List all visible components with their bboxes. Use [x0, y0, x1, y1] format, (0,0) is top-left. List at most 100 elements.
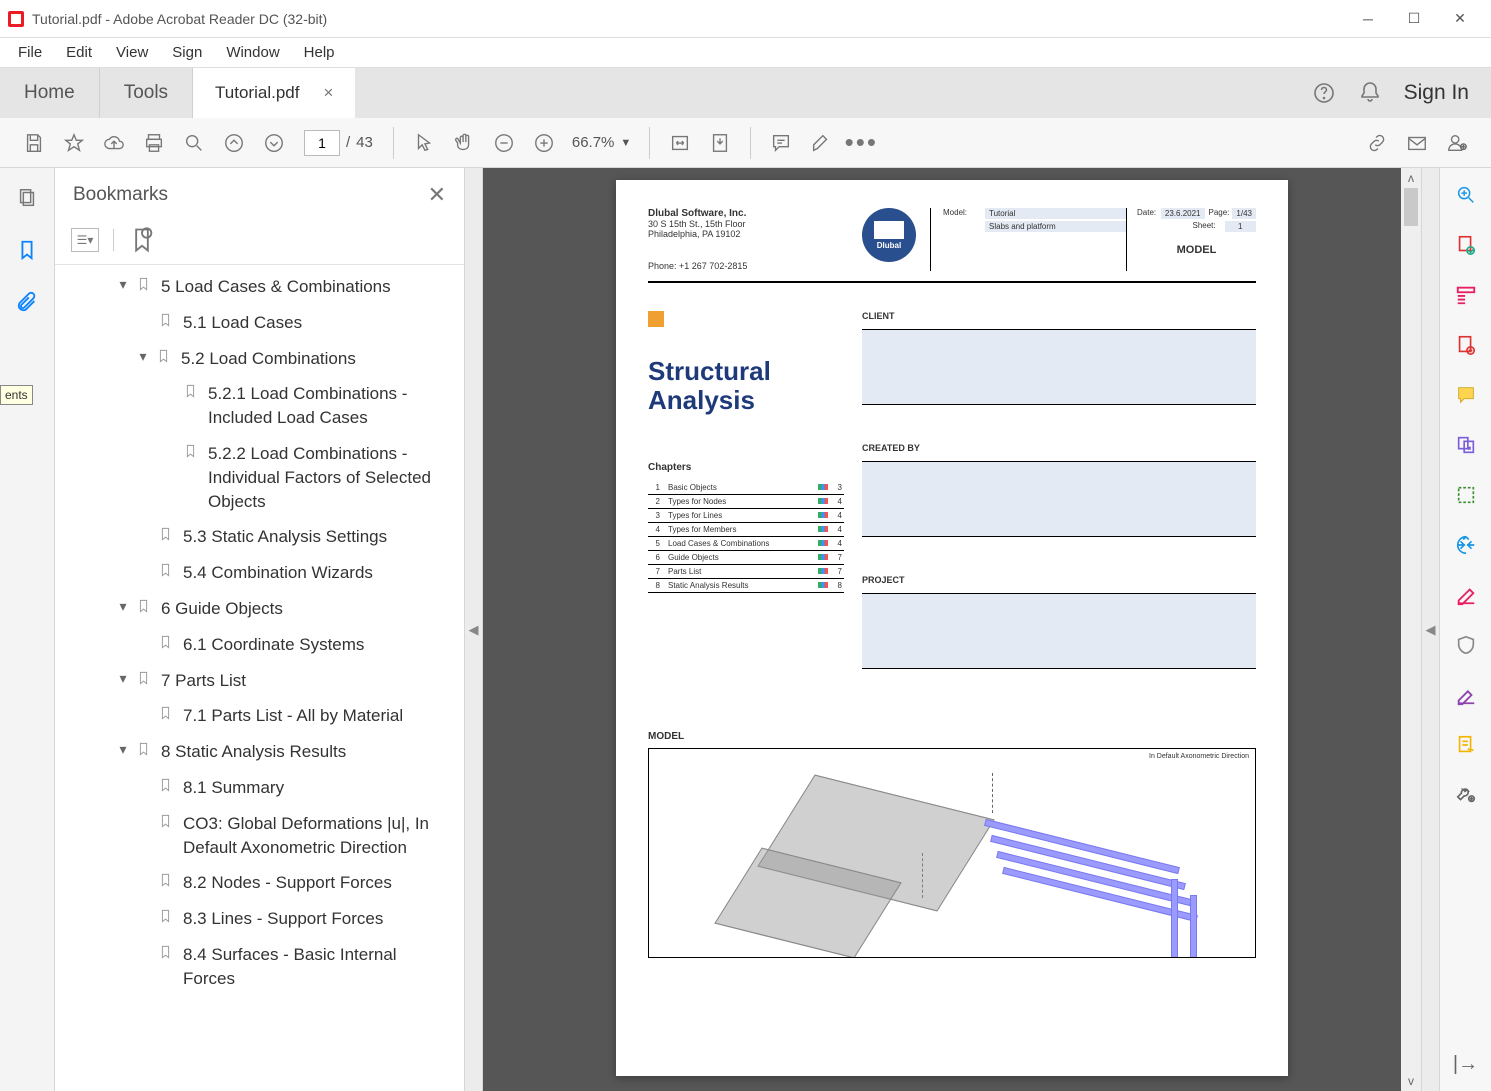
menu-sign[interactable]: Sign	[162, 40, 212, 65]
page-up-icon[interactable]	[214, 123, 254, 163]
fit-width-icon[interactable]	[660, 123, 700, 163]
model-note: In Default Axonometric Direction	[1149, 753, 1249, 760]
bookmark-label: 5.2.1 Load Combinations - Included Load …	[208, 382, 456, 430]
chevron-down-icon[interactable]: ▾	[113, 740, 133, 760]
bookmark-item[interactable]: ▾5.2 Load Combinations	[55, 341, 456, 377]
menu-help[interactable]: Help	[294, 40, 345, 65]
hand-icon[interactable]	[444, 123, 484, 163]
bookmark-item[interactable]: 5.2.2 Load Combinations - Individual Fac…	[55, 436, 456, 519]
doc-scrollbar[interactable]: ʌ v	[1401, 168, 1421, 1091]
chevron-down-icon[interactable]: ▾	[113, 597, 133, 617]
zoom-out-icon[interactable]	[484, 123, 524, 163]
menu-window[interactable]: Window	[216, 40, 289, 65]
print-icon[interactable]	[134, 123, 174, 163]
bookmark-options-icon[interactable]: ☰▾	[71, 228, 99, 252]
bookmarks-tools: ☰▾	[55, 222, 464, 265]
menu-file[interactable]: File	[8, 40, 52, 65]
sign-in-button[interactable]: Sign In	[1404, 81, 1469, 105]
mail-icon[interactable]	[1397, 123, 1437, 163]
bookmark-item[interactable]: 8.2 Nodes - Support Forces	[55, 865, 456, 901]
zoom-value: 66.7%	[572, 134, 615, 151]
bookmark-item[interactable]: 7.1 Parts List - All by Material	[55, 698, 456, 734]
request-sign-icon[interactable]	[1453, 732, 1479, 758]
zoom-dropdown[interactable]: 66.7% ▼	[572, 134, 631, 151]
page-down-icon[interactable]	[254, 123, 294, 163]
cloud-icon[interactable]	[94, 123, 134, 163]
bookmark-item[interactable]: 5.4 Combination Wizards	[55, 555, 456, 591]
menu-view[interactable]: View	[106, 40, 158, 65]
collapse-left-icon[interactable]: ◀	[465, 168, 483, 1091]
scroll-up-icon[interactable]: ʌ	[1401, 168, 1421, 188]
compress-icon[interactable]	[1453, 532, 1479, 558]
bookmark-item[interactable]: ▾5 Load Cases & Combinations	[55, 269, 456, 305]
chevron-down-icon[interactable]: ▾	[113, 669, 133, 689]
bookmark-item[interactable]: 5.3 Static Analysis Settings	[55, 519, 456, 555]
collapse-right-icon[interactable]: ◀	[1421, 168, 1439, 1091]
comment-icon[interactable]	[761, 123, 801, 163]
comment-tool-icon[interactable]	[1453, 382, 1479, 408]
more-icon[interactable]: •••	[841, 123, 881, 163]
scroll-down-icon[interactable]: v	[1401, 1071, 1421, 1091]
page-total: 43	[356, 134, 373, 151]
bell-icon[interactable]	[1358, 81, 1382, 105]
bookmark-item[interactable]: CO3: Global Deformations |u|, In Default…	[55, 806, 456, 866]
bookmark-item[interactable]: 5.1 Load Cases	[55, 305, 456, 341]
bookmark-item[interactable]: ▾6 Guide Objects	[55, 591, 456, 627]
export-pdf-icon[interactable]	[1453, 232, 1479, 258]
chevron-down-icon[interactable]: ▾	[113, 275, 133, 295]
organize-icon[interactable]	[1453, 482, 1479, 508]
thumbnails-icon[interactable]	[13, 184, 41, 212]
maximize-button[interactable]: ☐	[1391, 4, 1437, 34]
expand-rail-icon[interactable]: |→	[1453, 1051, 1479, 1077]
bookmarks-list[interactable]: ▾5 Load Cases & Combinations5.1 Load Cas…	[55, 265, 464, 1091]
main-area: ents Bookmarks ✕ ☰▾ ▾5 Load Cases & Comb…	[0, 168, 1491, 1091]
document-tab-label: Tutorial.pdf	[215, 83, 299, 103]
link-icon[interactable]	[1357, 123, 1397, 163]
search-icon[interactable]	[174, 123, 214, 163]
bookmark-item[interactable]: 8.1 Summary	[55, 770, 456, 806]
help-icon[interactable]	[1312, 81, 1336, 105]
zoom-in-icon[interactable]	[524, 123, 564, 163]
close-window-button[interactable]: ✕	[1437, 4, 1483, 34]
close-tab-icon[interactable]: ×	[323, 83, 333, 103]
menu-edit[interactable]: Edit	[56, 40, 102, 65]
share-user-icon[interactable]	[1437, 123, 1477, 163]
pointer-icon[interactable]	[404, 123, 444, 163]
save-icon[interactable]	[14, 123, 54, 163]
bookmark-label: 8.4 Surfaces - Basic Internal Forces	[183, 943, 456, 991]
redact-icon[interactable]	[1453, 582, 1479, 608]
tools-tab[interactable]: Tools	[100, 68, 193, 118]
bookmark-label: 8.2 Nodes - Support Forces	[183, 871, 456, 895]
bookmarks-icon[interactable]	[13, 236, 41, 264]
bookmark-item[interactable]: 8.3 Lines - Support Forces	[55, 901, 456, 937]
bookmark-item[interactable]: ▾8 Static Analysis Results	[55, 734, 456, 770]
more-tools-icon[interactable]	[1453, 782, 1479, 808]
fit-page-icon[interactable]	[700, 123, 740, 163]
page-input[interactable]	[304, 130, 340, 156]
search-tool-icon[interactable]	[1453, 182, 1479, 208]
document-tab[interactable]: Tutorial.pdf ×	[193, 68, 355, 118]
fill-sign-icon[interactable]	[1453, 682, 1479, 708]
create-pdf-icon[interactable]	[1453, 332, 1479, 358]
edit-pdf-icon[interactable]	[1453, 282, 1479, 308]
minimize-button[interactable]: ─	[1345, 4, 1391, 34]
chevron-down-icon: ▼	[620, 137, 631, 149]
bookmark-item[interactable]: 5.2.1 Load Combinations - Included Load …	[55, 376, 456, 436]
attachments-icon[interactable]	[13, 288, 41, 316]
bookmark-item[interactable]: ▾7 Parts List	[55, 663, 456, 699]
chevron-down-icon[interactable]: ▾	[133, 347, 153, 367]
protect-icon[interactable]	[1453, 632, 1479, 658]
document-view[interactable]: Dlubal Software, Inc. 30 S 15th St., 15t…	[483, 168, 1421, 1091]
bookmark-item[interactable]: 6.1 Coordinate Systems	[55, 627, 456, 663]
combine-icon[interactable]	[1453, 432, 1479, 458]
home-tab[interactable]: Home	[0, 68, 100, 118]
bookmark-find-icon[interactable]	[128, 228, 156, 252]
close-panel-icon[interactable]: ✕	[428, 182, 446, 208]
pdf-page: Dlubal Software, Inc. 30 S 15th St., 15t…	[616, 180, 1288, 1076]
highlight-icon[interactable]	[801, 123, 841, 163]
left-nav-rail	[0, 168, 55, 1091]
scroll-thumb[interactable]	[1404, 188, 1418, 226]
app-icon	[8, 11, 24, 27]
star-icon[interactable]	[54, 123, 94, 163]
bookmark-item[interactable]: 8.4 Surfaces - Basic Internal Forces	[55, 937, 456, 997]
